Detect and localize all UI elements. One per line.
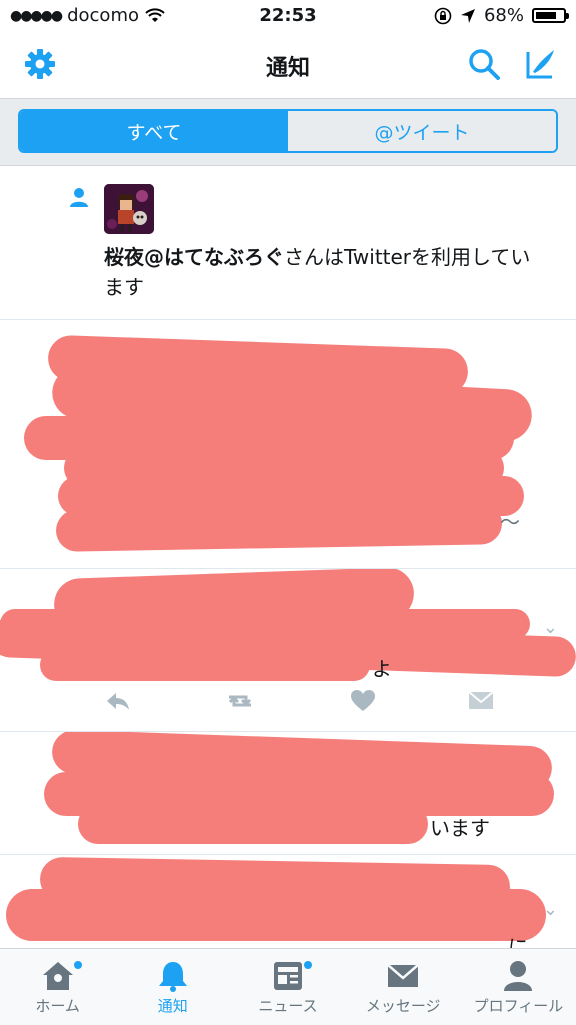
tab-home-label: ホーム xyxy=(35,997,80,1015)
tab-notifications[interactable]: 通知 xyxy=(115,949,230,1025)
chevron-down-icon[interactable]: ⌄ xyxy=(543,899,558,920)
visible-text-fragment: に xyxy=(508,935,528,949)
follow-notification-text: 桜夜@はてなぶろぐさんはTwitterを利用しています xyxy=(104,242,544,302)
unread-badge xyxy=(74,961,82,969)
tab-profile[interactable]: プロフィール xyxy=(461,949,576,1025)
tab-home[interactable]: ホーム xyxy=(0,949,115,1025)
redaction-overlay xyxy=(55,502,503,552)
reply-icon[interactable] xyxy=(104,689,132,713)
tab-messages-label: メッセージ xyxy=(365,997,441,1015)
redaction-overlay xyxy=(78,804,428,844)
status-bar: ●●●●● docomo 22:53 68% xyxy=(0,0,576,32)
segmented-control: すべて @ツイート xyxy=(18,109,558,153)
visible-text-fragment: います xyxy=(430,816,490,840)
redaction-overlay xyxy=(40,649,370,681)
avatar[interactable] xyxy=(104,184,154,234)
envelope-icon xyxy=(387,964,420,987)
tab-news-label: ニュース xyxy=(258,997,318,1015)
bell-icon xyxy=(158,962,187,992)
redaction-overlay xyxy=(6,889,546,941)
battery-icon xyxy=(532,8,569,23)
search-icon[interactable] xyxy=(466,46,502,82)
bottom-tab-bar: ホーム 通知 ニュース メッセージ プロフィール xyxy=(0,948,576,1025)
visible-text-fragment: よ xyxy=(372,657,392,681)
news-icon xyxy=(274,962,302,990)
orientation-lock-icon xyxy=(434,7,452,24)
tab-messages[interactable]: メッセージ xyxy=(346,949,461,1025)
segment-mentions[interactable]: @ツイート xyxy=(288,111,556,151)
notification-item[interactable]: 〜 xyxy=(0,320,576,569)
tab-news[interactable]: ニュース xyxy=(230,949,345,1025)
unread-badge xyxy=(304,961,313,969)
filter-segment-bar: すべて @ツイート xyxy=(0,99,576,166)
direct-message-icon[interactable] xyxy=(468,689,494,711)
home-icon xyxy=(42,962,73,990)
battery-percent: 68% xyxy=(483,5,524,26)
location-arrow-icon xyxy=(460,8,475,23)
retweet-icon[interactable] xyxy=(224,689,256,713)
chevron-down-icon[interactable]: ⌄ xyxy=(543,617,558,638)
person-follow-icon xyxy=(70,188,88,207)
like-heart-icon[interactable] xyxy=(350,689,376,713)
notification-tweet[interactable]: よ ⌄ xyxy=(0,569,576,732)
tweet-actions xyxy=(104,689,504,719)
notification-item[interactable]: います xyxy=(0,732,576,855)
person-icon xyxy=(504,961,533,991)
follower-name[interactable]: 桜夜@はてなぶろぐ xyxy=(104,245,284,269)
notification-item[interactable]: に ⌄ xyxy=(0,855,576,949)
segment-all[interactable]: すべて xyxy=(20,111,288,151)
tab-notifications-label: 通知 xyxy=(157,997,188,1015)
visible-text-fragment: 〜 xyxy=(500,510,520,534)
compose-tweet-icon[interactable] xyxy=(522,46,558,82)
status-right: 68% xyxy=(434,5,569,26)
navigation-bar: 通知 xyxy=(0,32,576,99)
tab-profile-label: プロフィール xyxy=(473,997,564,1015)
